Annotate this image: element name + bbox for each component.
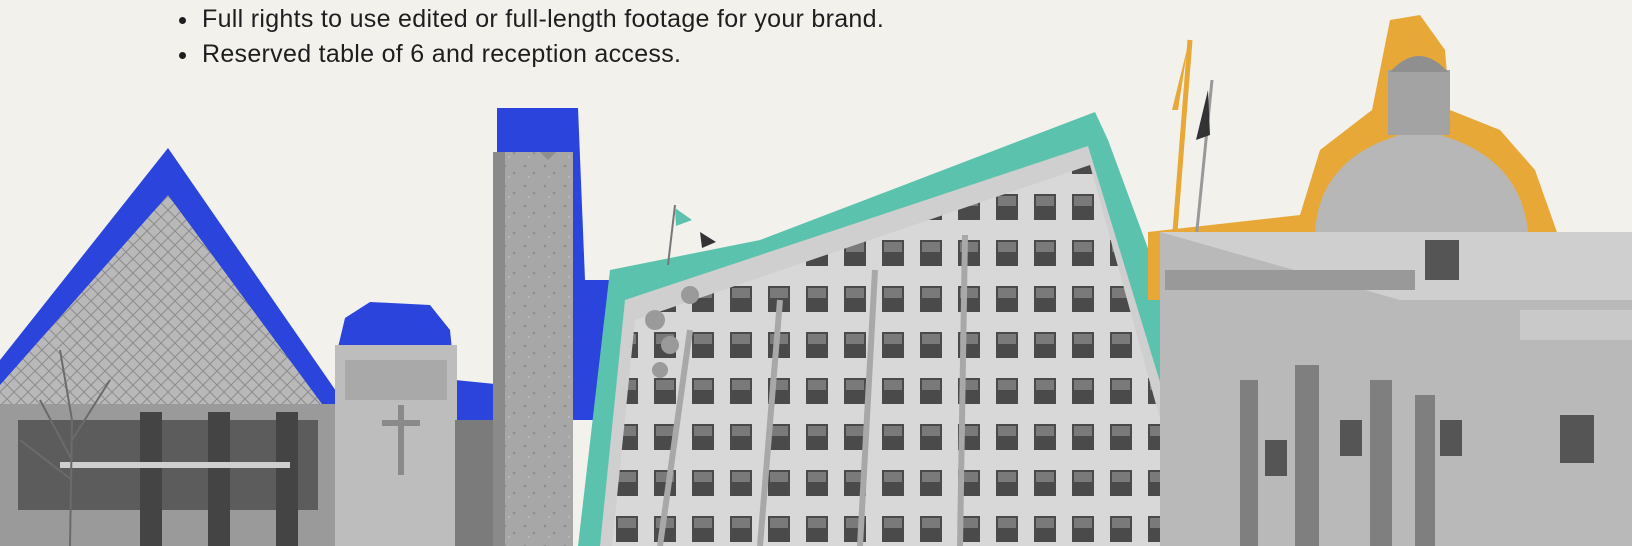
city-hall-pyramid bbox=[0, 148, 345, 546]
office-building bbox=[578, 112, 1232, 546]
cenotaph-monument bbox=[335, 345, 505, 546]
concrete-tower bbox=[493, 152, 573, 546]
legislature-building bbox=[1148, 15, 1632, 546]
city-collage-illustration bbox=[0, 15, 1632, 546]
flagpoles-legislature bbox=[1172, 39, 1214, 251]
